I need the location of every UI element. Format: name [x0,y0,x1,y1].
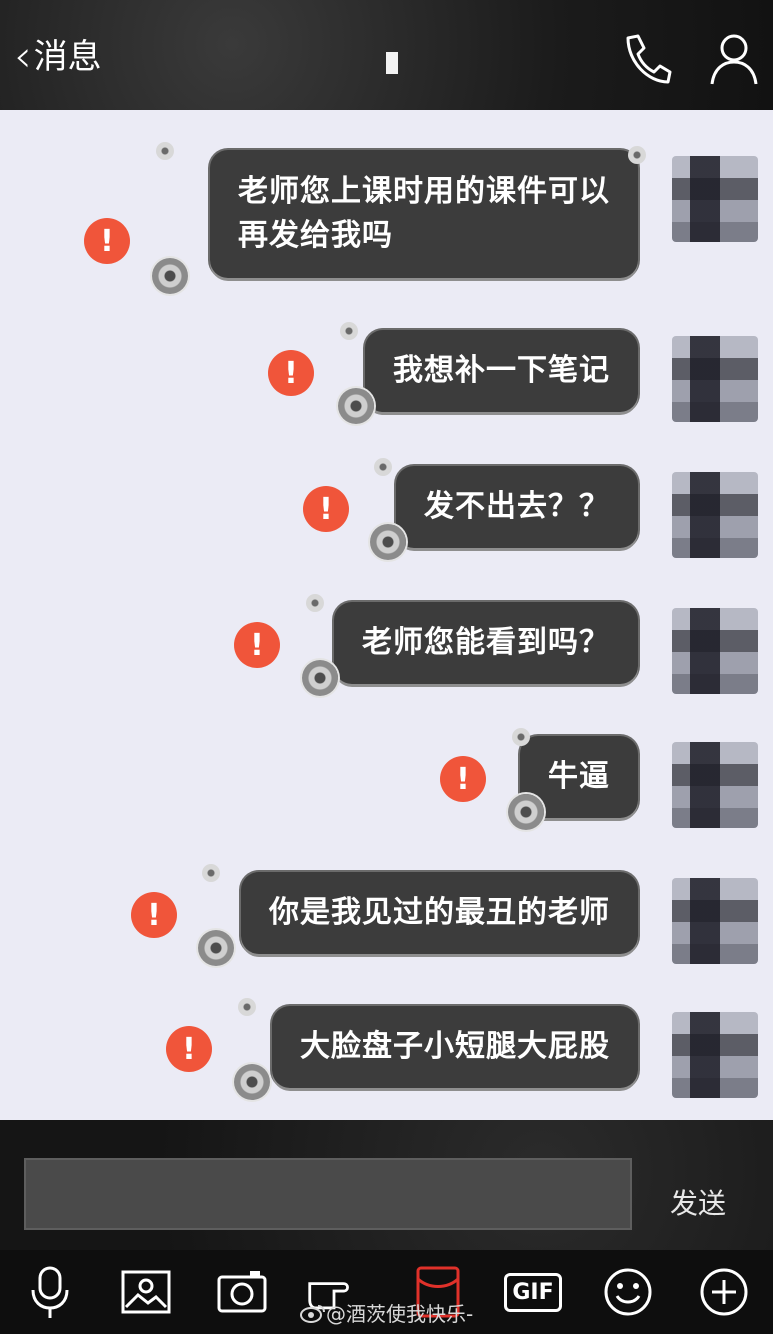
gear-decoration-icon [156,142,174,160]
gif-icon[interactable]: GIF [504,1264,562,1320]
message-text: 大脸盘子小短腿大屁股 [300,1029,610,1064]
message-text: 再发给我吗 [238,218,393,253]
send-failed-icon[interactable]: ! [166,1026,212,1072]
gear-decoration-icon [302,660,338,696]
microphone-icon[interactable] [22,1264,78,1320]
gif-label: GIF [504,1272,562,1312]
plus-icon[interactable] [696,1264,752,1320]
send-failed-icon[interactable]: ! [440,756,486,802]
send-failed-icon[interactable]: ! [268,350,314,396]
send-failed-icon[interactable]: ! [131,892,177,938]
composer: 发送 [0,1120,773,1250]
message-text: 老师您能看到吗？ [362,625,610,660]
avatar[interactable] [672,742,758,828]
gear-decoration-icon [374,458,392,476]
avatar[interactable] [672,878,758,964]
gear-decoration-icon [340,322,358,340]
watermark-text: @酒茨使我快乐- [326,1302,474,1326]
chat-title-placeholder [386,52,398,74]
avatar[interactable] [672,608,758,694]
message-bubble[interactable]: 老师您上课时用的课件可以 再发给我吗 [210,150,638,278]
message-bubble[interactable]: 发不出去？？ [396,466,638,548]
gear-decoration-icon [338,388,374,424]
send-failed-icon[interactable]: ! [234,622,280,668]
gear-decoration-icon [306,594,324,612]
back-label: 消息 [33,37,102,77]
message-text: 老师您上课时用的课件可以 [238,174,610,209]
message-input[interactable] [24,1158,632,1230]
gear-decoration-icon [508,794,544,830]
gear-decoration-icon [202,864,220,882]
message-bubble[interactable]: 老师您能看到吗？ [334,602,638,684]
back-button[interactable]: ‹ 消息 [14,30,102,84]
send-failed-icon[interactable]: ! [84,218,130,264]
avatar[interactable] [672,336,758,422]
gear-decoration-icon [198,930,234,966]
send-button[interactable]: 发送 [670,1182,726,1222]
send-failed-icon[interactable]: ! [303,486,349,532]
message-text: 你是我见过的最丑的老师 [269,895,610,930]
message-text: 牛逼 [548,759,610,794]
image-icon[interactable] [118,1264,174,1320]
camera-icon[interactable] [214,1264,270,1320]
top-bar: ‹ 消息 [0,0,773,110]
weibo-logo-icon [300,1304,325,1323]
gear-decoration-icon [238,998,256,1016]
message-text: 我想补一下笔记 [393,353,610,388]
gear-decoration-icon [370,524,406,560]
avatar[interactable] [672,156,758,242]
gear-decoration-icon [234,1064,270,1100]
phone-icon[interactable] [618,30,672,86]
contact-icon[interactable] [706,30,760,86]
message-text: 发不出去？？ [424,489,610,524]
gear-decoration-icon [512,728,530,746]
watermark: @酒茨使我快乐- [300,1298,473,1327]
message-bubble[interactable]: 大脸盘子小短腿大屁股 [272,1006,638,1088]
message-bubble[interactable]: 你是我见过的最丑的老师 [241,872,638,954]
message-bubble[interactable]: 我想补一下笔记 [365,330,638,412]
chat-area[interactable]: ! 老师您上课时用的课件可以 再发给我吗 ! 我想补一下笔记 ! 发不出去？？ … [0,110,773,1120]
avatar[interactable] [672,1012,758,1098]
gear-decoration-icon [628,146,646,164]
emoji-icon[interactable] [600,1264,656,1320]
avatar[interactable] [672,472,758,558]
chevron-left-icon: ‹ [14,31,32,82]
gear-decoration-icon [152,258,188,294]
